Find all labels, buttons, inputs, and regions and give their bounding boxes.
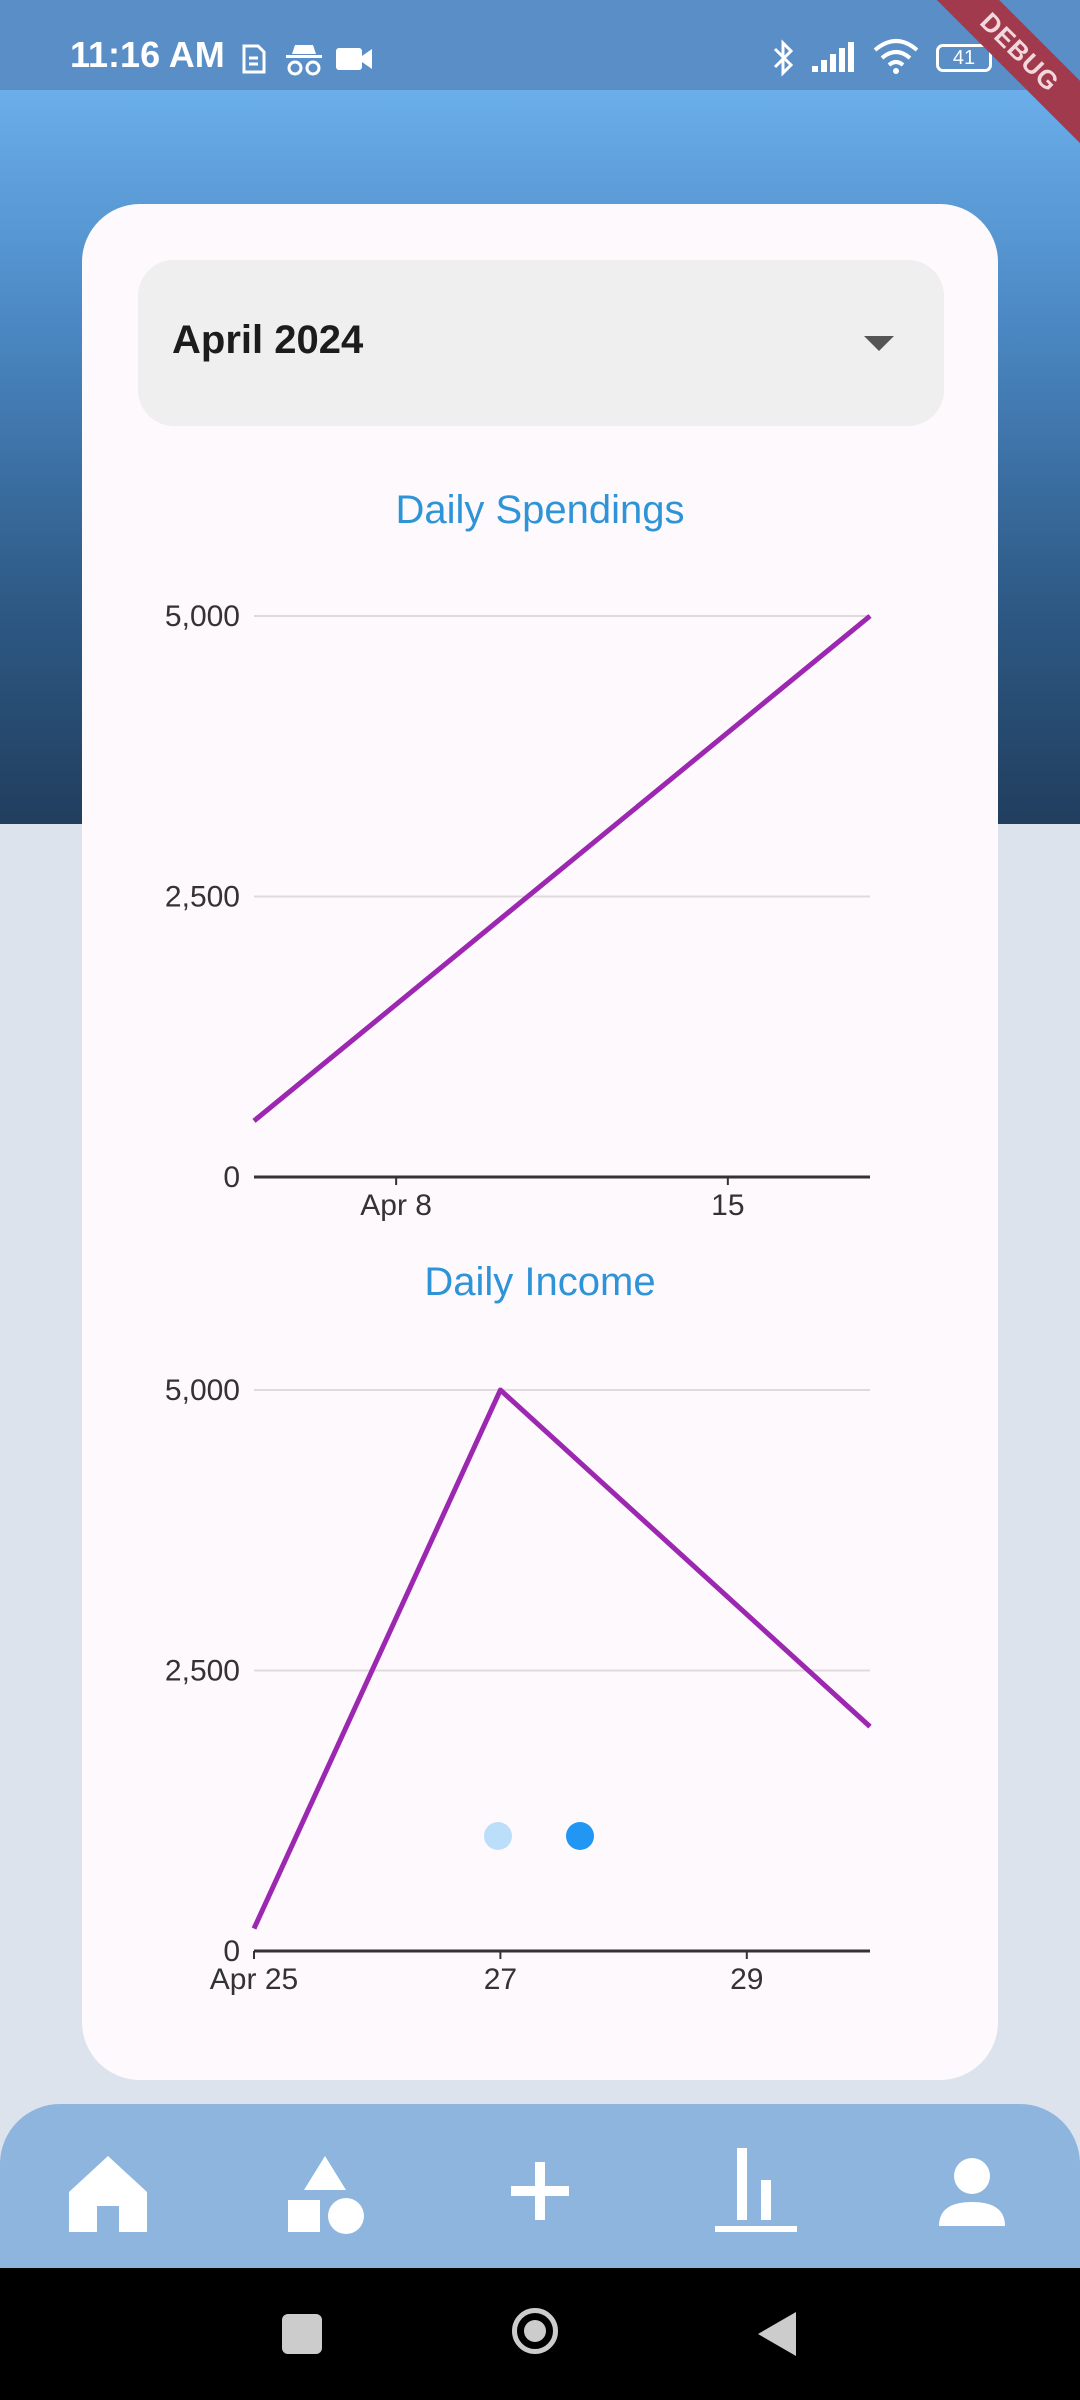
categories-icon[interactable] — [280, 2146, 370, 2236]
add-icon[interactable] — [495, 2146, 585, 2236]
wifi-icon — [873, 39, 919, 74]
video-icon — [336, 48, 372, 70]
stats-icon[interactable] — [711, 2146, 801, 2236]
status-bar: 11:16 AM 41 DEBUG — [0, 0, 1080, 160]
back-icon[interactable] — [754, 2310, 798, 2358]
statistics-card: April 2024 Daily Spendings Daily Income … — [82, 204, 998, 2080]
incognito-icon — [286, 45, 322, 76]
system-navigation-bar — [0, 2268, 1080, 2400]
page-dot-1[interactable] — [484, 1822, 512, 1850]
recents-icon[interactable] — [282, 2314, 322, 2354]
sim-icon — [242, 44, 266, 74]
x-tick-label: Apr 25 — [210, 1963, 298, 1996]
income-line-chart: 02,5005,000Apr 25 27 29 — [165, 1374, 872, 1996]
page-dot-2[interactable] — [566, 1822, 594, 1850]
x-tick-label: 27 — [484, 1963, 517, 1996]
bottom-navigation — [0, 2104, 1080, 2268]
home-icon[interactable] — [63, 2146, 153, 2236]
y-tick-label: 5,000 — [165, 1374, 240, 1407]
battery-level: 41 — [952, 47, 976, 69]
profile-icon[interactable] — [927, 2146, 1017, 2236]
bluetooth-icon — [773, 39, 794, 77]
status-time: 11:16 AM — [70, 34, 225, 75]
page-indicator — [0, 1822, 1080, 1852]
x-tick-label: 29 — [730, 1963, 763, 1996]
signal-icon — [812, 42, 854, 72]
y-tick-label: 2,500 — [165, 1655, 240, 1688]
battery-icon: 41 — [936, 44, 992, 72]
home-circle-icon[interactable] — [512, 2308, 558, 2354]
